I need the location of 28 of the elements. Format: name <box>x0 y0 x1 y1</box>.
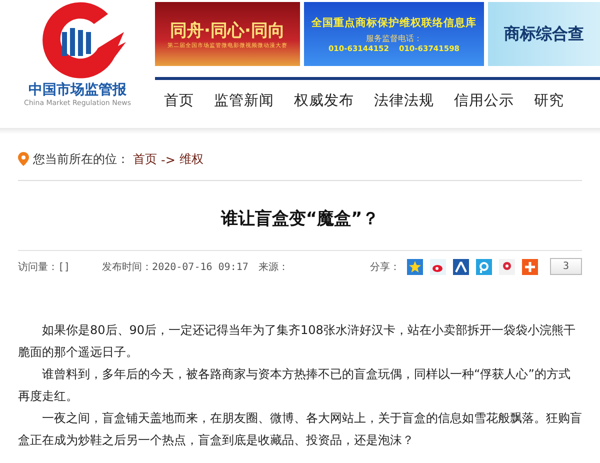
nav-link[interactable]: 首页 <box>164 91 194 110</box>
article-title: 谁让盲盒变“魔盒”？ <box>18 181 582 251</box>
location-pin-icon <box>18 152 29 167</box>
share-icon[interactable] <box>430 258 446 274</box>
nav-link[interactable]: 法律法规 <box>374 91 434 110</box>
source-label: 来源： <box>258 260 288 274</box>
article-paragraph: 如果你是80后、90后，一定还记得当年为了集齐108张水浒好汉卡，站在小卖部拆开一袋袋小浣熊干脆面的那个遥远日子。 <box>18 322 576 361</box>
share-icon[interactable] <box>407 258 423 274</box>
share-icon[interactable] <box>476 258 492 274</box>
visit-count: 访问量：[] <box>18 260 70 274</box>
nav-link[interactable]: 研究 <box>534 91 564 110</box>
breadcrumb-link[interactable]: 维权 <box>179 151 204 168</box>
breadcrumb-label: 您当前所在的位： <box>33 151 129 168</box>
share-icon[interactable] <box>499 258 515 274</box>
nav-link[interactable]: 信用公示 <box>454 91 514 110</box>
share-icon[interactable] <box>453 258 469 274</box>
ad-banner[interactable]: 商标综合查 <box>488 2 600 66</box>
logo-title: 中国市场监管报 <box>28 82 126 99</box>
share-count: 3 <box>550 258 582 275</box>
article-paragraph: 谁曾料到，多年后的今天，被各路商家与资本方热捧不已的盲盒玩偶，同样以一种“俘获人心”的方式再度走红。 <box>18 366 572 405</box>
breadcrumb-separator: -> <box>161 152 176 166</box>
breadcrumb-link[interactable]: 首页 <box>133 151 157 168</box>
share-icon[interactable] <box>522 258 538 274</box>
nav-link[interactable]: 监管新闻 <box>214 91 274 110</box>
publish-time: 发布时间：2020-07-16 09:17 <box>102 260 248 274</box>
article-paragraph: 一夜之间，盲盒铺天盖地而来，在朋友圈、微博、各大网站上，关于盲盒的信息如雪花般飘落。狂购盲盒正在成为炒鞋之后另一个热点，盲盒到底是收藏品、投资品，还是泡沫？ <box>18 410 582 449</box>
nav-link[interactable]: 权威发布 <box>294 91 354 110</box>
share-label: 分享： <box>370 260 400 274</box>
